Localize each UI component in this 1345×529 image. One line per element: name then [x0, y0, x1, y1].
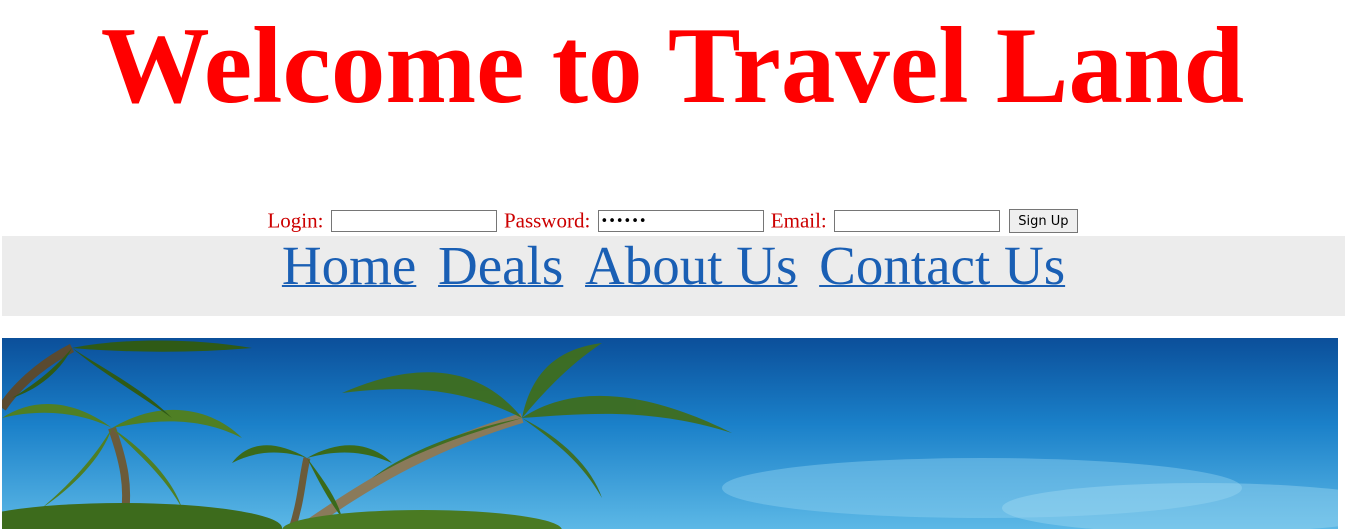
- banner-image: [2, 338, 1338, 529]
- nav-link-home[interactable]: Home: [282, 235, 416, 296]
- page-title: Welcome to Travel Land: [100, 5, 1245, 126]
- password-input[interactable]: [597, 210, 764, 233]
- page: Welcome to Travel Land Login: Password: …: [0, 0, 1345, 529]
- password-label: Password:: [503, 208, 591, 233]
- nav-link-about-us[interactable]: About Us: [585, 235, 797, 296]
- email-label: Email:: [770, 208, 827, 233]
- nav-link-contact-us[interactable]: Contact Us: [819, 235, 1065, 296]
- beach-palm-illustration: [2, 338, 1338, 529]
- signup-form: Login: Password: Email: Sign Up: [0, 207, 1345, 237]
- sign-up-button[interactable]: Sign Up: [1009, 209, 1078, 234]
- email-input[interactable]: [834, 210, 1001, 233]
- nav-link-deals[interactable]: Deals: [438, 235, 563, 296]
- login-input[interactable]: [330, 210, 497, 233]
- login-label: Login:: [267, 208, 324, 233]
- nav-bar: Home Deals About Us Contact Us: [2, 236, 1345, 316]
